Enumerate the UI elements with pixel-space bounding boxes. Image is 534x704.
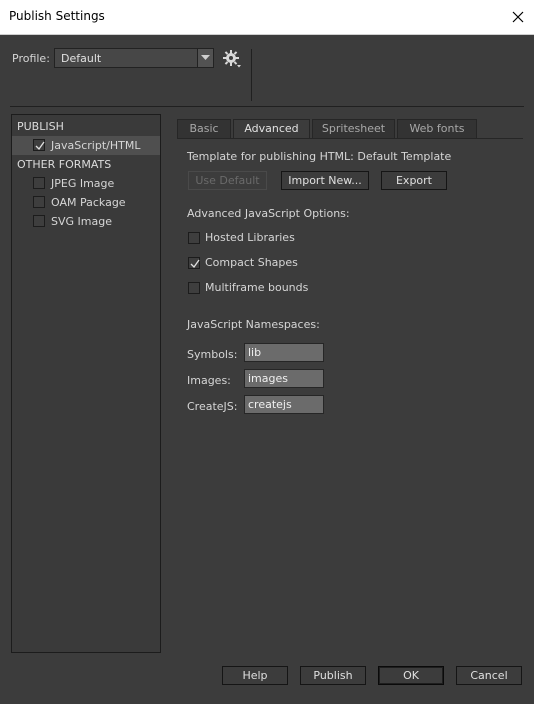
title-bar: Publish Settings <box>0 0 534 35</box>
tab-web-fonts[interactable]: Web fonts <box>397 119 477 138</box>
images-label: Images: <box>187 374 231 387</box>
jpeg-image-checkbox[interactable] <box>33 177 45 189</box>
window-title: Publish Settings <box>9 9 105 23</box>
chevron-down-icon <box>197 49 213 67</box>
tab-spritesheet[interactable]: Spritesheet <box>312 119 395 138</box>
horizontal-divider <box>10 106 524 107</box>
format-item-label: JavaScript/HTML <box>51 139 141 152</box>
profile-label: Profile: <box>12 52 50 65</box>
oam-package-checkbox[interactable] <box>33 196 45 208</box>
help-button[interactable]: Help <box>222 666 288 685</box>
cancel-button[interactable]: Cancel <box>456 666 522 685</box>
multiframe-bounds-checkbox[interactable] <box>188 282 200 294</box>
profile-dropdown[interactable]: Default <box>54 48 214 68</box>
createjs-label: CreateJS: <box>187 400 238 413</box>
publish-heading: PUBLISH <box>17 120 64 133</box>
option-label: Multiframe bounds <box>205 281 309 294</box>
images-field[interactable]: images <box>244 369 324 388</box>
symbols-label: Symbols: <box>187 348 238 361</box>
gear-icon[interactable] <box>221 48 243 70</box>
createjs-field[interactable]: createjs <box>244 395 324 414</box>
option-label: Hosted Libraries <box>205 231 295 244</box>
javascript-html-checkbox[interactable] <box>33 139 45 151</box>
svg-image-checkbox[interactable] <box>33 215 45 227</box>
format-item-oam-package[interactable]: OAM Package <box>12 193 160 212</box>
profile-row: Profile: Default <box>0 35 534 105</box>
dialog-footer: Help Publish OK Cancel <box>0 660 534 704</box>
format-item-label: OAM Package <box>51 196 126 209</box>
format-list-panel: PUBLISH JavaScript/HTML OTHER FORMATS JP… <box>11 114 161 653</box>
namespaces-heading: JavaScript Namespaces: <box>187 318 320 331</box>
tab-underline <box>177 138 523 139</box>
format-item-svg-image[interactable]: SVG Image <box>12 212 160 231</box>
use-default-button[interactable]: Use Default <box>188 171 267 190</box>
close-icon[interactable] <box>505 4 531 30</box>
format-item-label: SVG Image <box>51 215 112 228</box>
ok-button[interactable]: OK <box>378 666 444 685</box>
publish-button[interactable]: Publish <box>300 666 366 685</box>
symbols-field[interactable]: lib <box>244 343 324 362</box>
tab-advanced[interactable]: Advanced <box>233 119 310 139</box>
import-new-button[interactable]: Import New... <box>281 171 369 190</box>
other-formats-heading: OTHER FORMATS <box>17 158 112 171</box>
format-item-jpeg-image[interactable]: JPEG Image <box>12 174 160 193</box>
hosted-libraries-checkbox[interactable] <box>188 232 200 244</box>
format-item-javascript-html[interactable]: JavaScript/HTML <box>12 136 160 155</box>
option-label: Compact Shapes <box>205 256 298 269</box>
compact-shapes-checkbox[interactable] <box>188 257 200 269</box>
export-button[interactable]: Export <box>381 171 447 190</box>
profile-value: Default <box>61 52 102 65</box>
settings-tabs: Basic Advanced Spritesheet Web fonts <box>177 119 523 139</box>
format-item-label: JPEG Image <box>51 177 115 190</box>
template-text: Template for publishing HTML: Default Te… <box>187 150 452 163</box>
vertical-divider <box>251 49 252 101</box>
tab-basic[interactable]: Basic <box>177 119 231 138</box>
js-options-heading: Advanced JavaScript Options: <box>187 207 350 220</box>
